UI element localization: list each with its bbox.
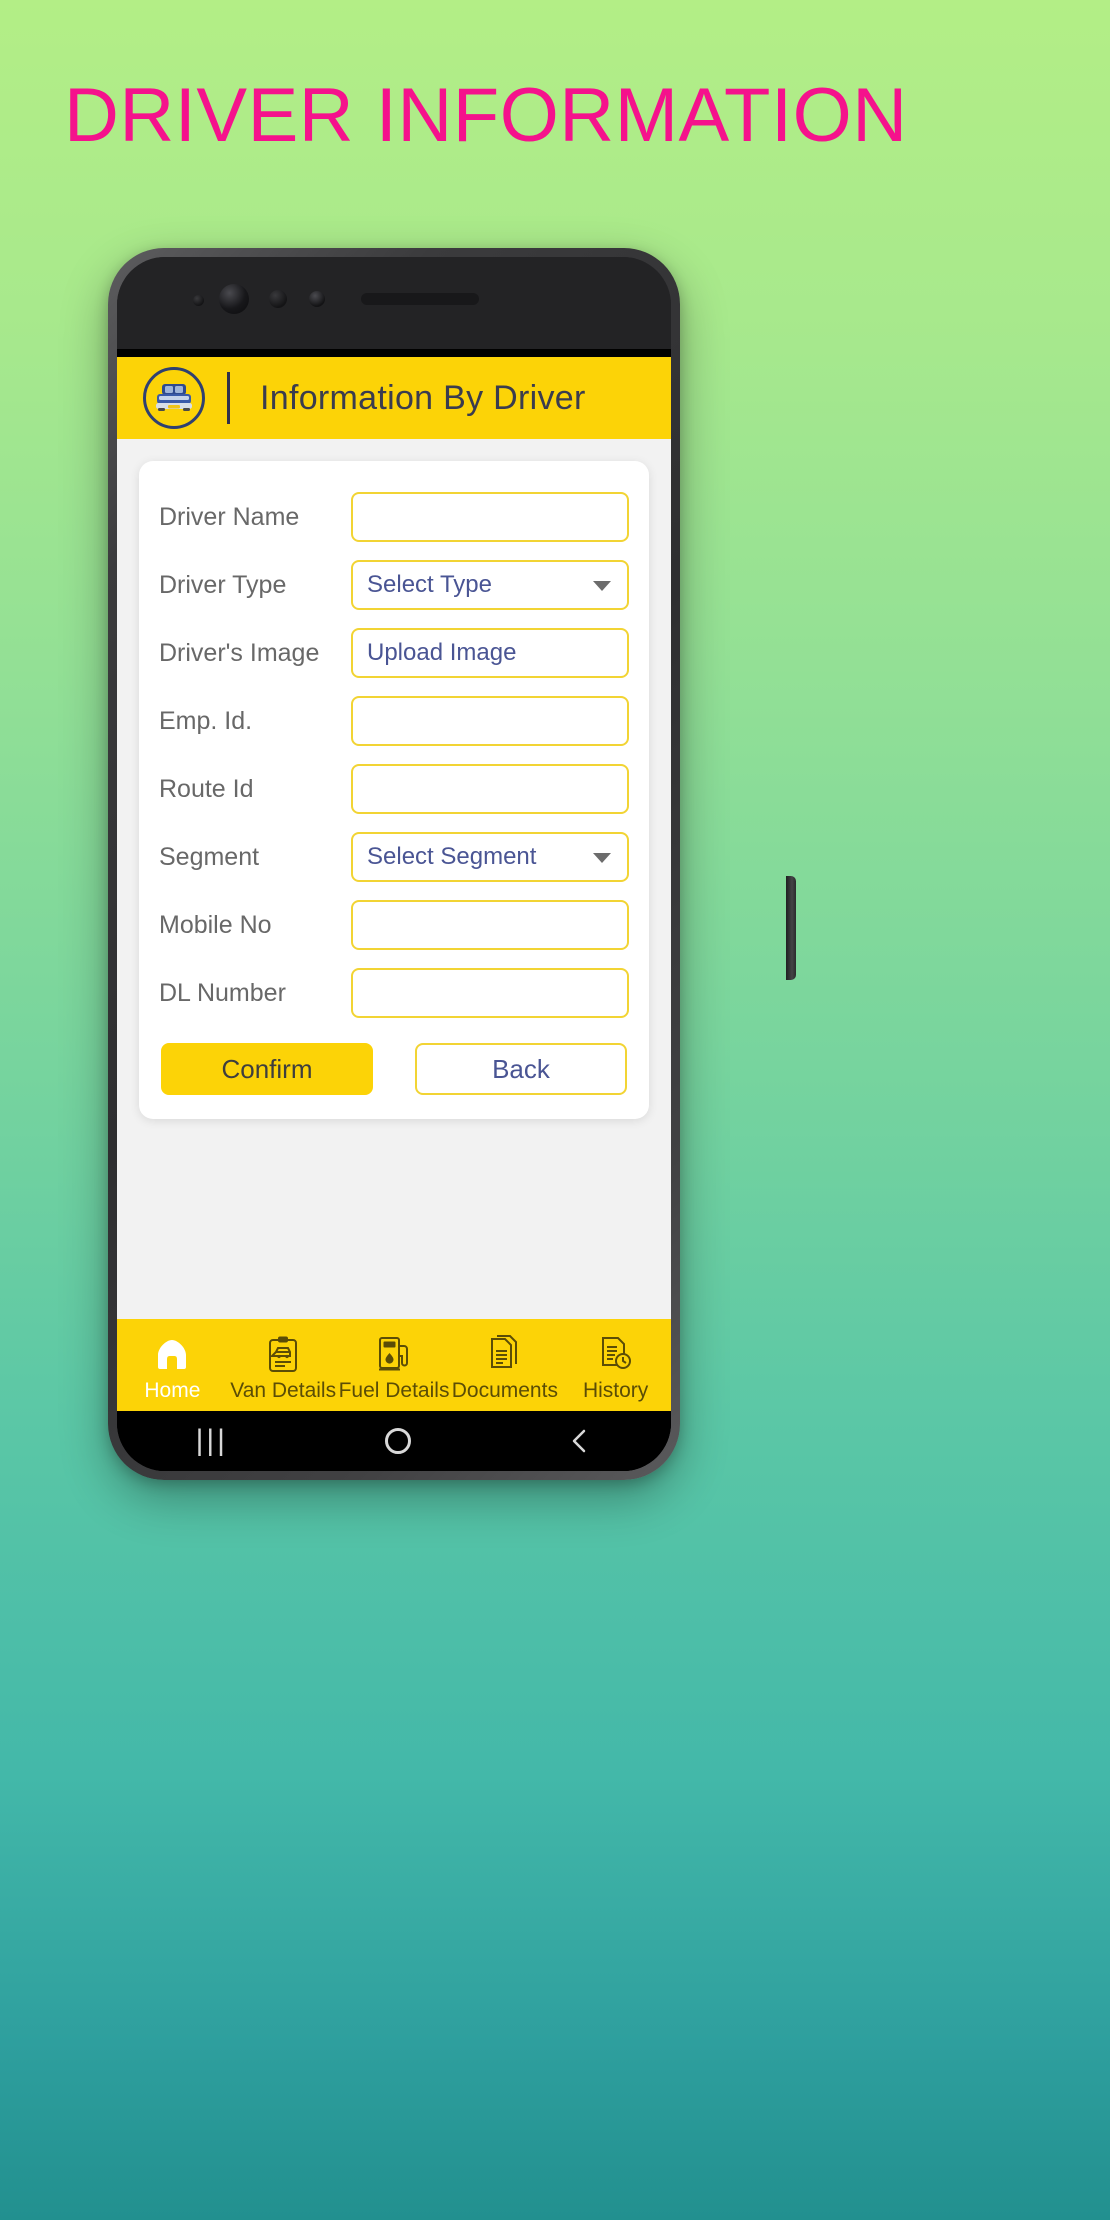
front-camera-icon [219, 284, 249, 314]
label-segment: Segment [159, 842, 260, 871]
tab-fuel-details[interactable]: Fuel Details [338, 1333, 450, 1403]
tab-van-details-label: Van Details [230, 1379, 337, 1402]
label-route-id: Route Id [159, 774, 254, 803]
phone-mockup: Information By Driver Driver Name Driver… [108, 248, 796, 1480]
page-title: DRIVER INFORMATION [64, 73, 908, 158]
form-scroll-area: Driver Name Driver Type Select Type Driv… [117, 439, 671, 1319]
driver-name-input[interactable] [351, 492, 629, 542]
driver-form-card: Driver Name Driver Type Select Type Driv… [139, 461, 649, 1119]
label-dl-number: DL Number [159, 978, 286, 1007]
form-row-mobile-no: Mobile No [159, 891, 629, 959]
home-circle-icon[interactable] [385, 1428, 412, 1454]
app-header-title: Information By Driver [260, 378, 586, 417]
drivers-image-value: Upload Image [367, 639, 517, 666]
drivers-image-upload[interactable]: Upload Image [351, 628, 629, 678]
segment-select[interactable]: Select Segment [351, 832, 629, 882]
confirm-button[interactable]: Confirm [161, 1043, 373, 1095]
header-divider [227, 372, 230, 424]
form-row-dl-number: DL Number [159, 959, 629, 1027]
light-sensor-icon [193, 295, 204, 306]
form-row-emp-id: Emp. Id. [159, 687, 629, 755]
home-icon [153, 1333, 191, 1375]
phone-body: Information By Driver Driver Name Driver… [117, 257, 671, 1471]
proximity-sensor-icon [269, 290, 287, 308]
form-row-drivers-image: Driver's Image Upload Image [159, 619, 629, 687]
tab-history-label: History [582, 1379, 649, 1402]
recent-apps-icon[interactable]: ||| [196, 1424, 228, 1458]
label-driver-type: Driver Type [159, 570, 287, 599]
back-button[interactable]: Back [415, 1043, 627, 1095]
power-button[interactable] [786, 876, 796, 980]
label-drivers-image: Driver's Image [159, 638, 320, 667]
phone-screen: Information By Driver Driver Name Driver… [117, 349, 671, 1471]
app-header: Information By Driver [117, 357, 671, 439]
chevron-down-icon [593, 853, 611, 863]
dl-number-input[interactable] [351, 968, 629, 1018]
fuel-pump-icon [377, 1333, 411, 1375]
emp-id-input[interactable] [351, 696, 629, 746]
vehicle-in-circle-icon [143, 367, 205, 429]
android-navigation-bar: ||| [117, 1411, 671, 1471]
label-driver-name: Driver Name [159, 502, 300, 531]
earpiece-speaker [361, 293, 479, 305]
form-row-segment: Segment Select Segment [159, 823, 629, 891]
documents-icon [489, 1333, 521, 1375]
form-row-driver-type: Driver Type Select Type [159, 551, 629, 619]
tab-home[interactable]: Home [117, 1333, 228, 1403]
segment-value: Select Segment [367, 843, 537, 870]
tab-history[interactable]: History [560, 1333, 671, 1403]
label-mobile-no: Mobile No [159, 910, 272, 939]
driver-type-select[interactable]: Select Type [351, 560, 629, 610]
iris-sensor-icon [309, 291, 325, 307]
phone-top-bezel [117, 257, 671, 349]
tab-fuel-details-label: Fuel Details [338, 1379, 450, 1402]
app-viewport: Information By Driver Driver Name Driver… [117, 357, 671, 1411]
chevron-left-icon[interactable] [568, 1426, 592, 1456]
bottom-tab-bar: Home Van Details Fuel Details Documents … [117, 1319, 671, 1411]
tab-documents[interactable]: Documents [449, 1333, 560, 1403]
tab-van-details[interactable]: Van Details [228, 1333, 339, 1403]
form-row-route-id: Route Id [159, 755, 629, 823]
chevron-down-icon [593, 581, 611, 591]
document-clock-icon [599, 1333, 633, 1375]
form-actions: Confirm Back [159, 1043, 629, 1095]
form-row-driver-name: Driver Name [159, 483, 629, 551]
route-id-input[interactable] [351, 764, 629, 814]
clipboard-van-icon [267, 1333, 299, 1375]
tab-documents-label: Documents [451, 1379, 558, 1402]
tab-home-label: Home [144, 1379, 201, 1402]
driver-type-value: Select Type [367, 571, 492, 598]
label-emp-id: Emp. Id. [159, 706, 253, 735]
mobile-no-input[interactable] [351, 900, 629, 950]
